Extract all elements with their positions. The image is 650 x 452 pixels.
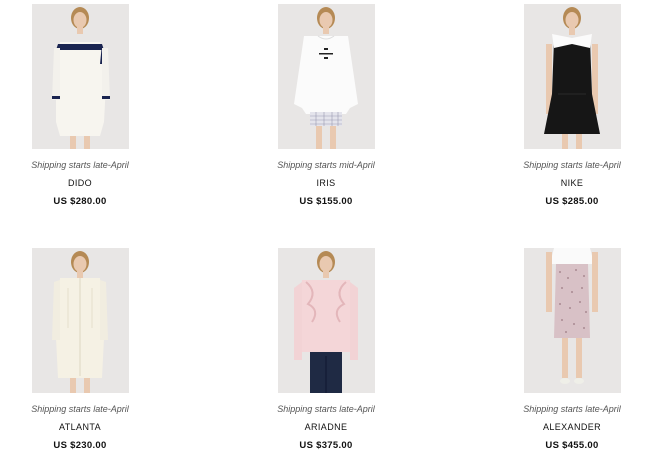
- model-cream-shirt-dress-icon: [31, 248, 129, 393]
- product-price: US $230.00: [53, 440, 107, 451]
- product-name[interactable]: NIKE: [492, 178, 650, 189]
- product-card-ariadne[interactable]: Shipping starts late-April ARIADNE US $3…: [246, 248, 406, 452]
- shipping-note: Shipping starts late-April: [523, 404, 621, 414]
- product-price: US $455.00: [545, 440, 599, 451]
- product-image-iris[interactable]: [277, 4, 375, 149]
- model-white-sweatshirt-icon: [277, 4, 375, 149]
- shipping-note: Shipping starts late-April: [277, 404, 375, 414]
- product-card-alexander[interactable]: Shipping starts late-April ALEXANDER US …: [492, 248, 650, 452]
- product-card-iris[interactable]: Shipping starts mid-April IRIS US $155.0…: [246, 4, 406, 208]
- product-image-ariadne[interactable]: [277, 248, 375, 393]
- product-name[interactable]: ARIADNE: [246, 422, 406, 433]
- product-card-atlanta[interactable]: Shipping starts late-April ATLANTA US $2…: [0, 248, 160, 452]
- product-price: US $375.00: [299, 440, 353, 451]
- product-price: US $285.00: [545, 196, 599, 207]
- shipping-note: Shipping starts late-April: [523, 160, 621, 170]
- model-pink-ruffle-blouse-icon: [277, 248, 375, 393]
- product-image-atlanta[interactable]: [31, 248, 129, 393]
- model-white-sailor-dress-icon: [31, 4, 129, 149]
- product-image-alexander[interactable]: [523, 248, 621, 393]
- product-price: US $280.00: [53, 196, 107, 207]
- product-image-nike[interactable]: [523, 4, 621, 149]
- product-card-dido[interactable]: Shipping starts late-April DIDO US $280.…: [0, 4, 160, 208]
- product-name[interactable]: ALEXANDER: [492, 422, 650, 433]
- product-name[interactable]: DIDO: [0, 178, 160, 189]
- product-name[interactable]: ATLANTA: [0, 422, 160, 433]
- product-card-nike[interactable]: Shipping starts late-April NIKE US $285.…: [492, 4, 650, 208]
- product-price: US $155.00: [299, 196, 353, 207]
- model-pencil-skirt-icon: [523, 248, 621, 393]
- shipping-note: Shipping starts late-April: [31, 404, 129, 414]
- shipping-note: Shipping starts late-April: [31, 160, 129, 170]
- product-name[interactable]: IRIS: [246, 178, 406, 189]
- shipping-note: Shipping starts mid-April: [277, 160, 375, 170]
- model-black-dress-white-collar-icon: [523, 4, 621, 149]
- product-image-dido[interactable]: [31, 4, 129, 149]
